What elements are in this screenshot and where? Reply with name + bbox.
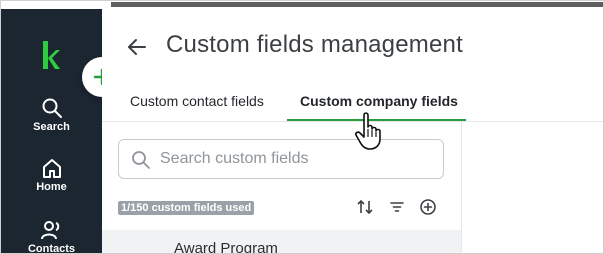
sidebar-item-label: Search — [33, 121, 70, 133]
contacts-icon — [40, 221, 59, 240]
tab-custom-contact-fields[interactable]: Custom contact fields — [130, 93, 264, 109]
tab-custom-company-fields[interactable]: Custom company fields — [300, 93, 458, 109]
list-item-label: Award Program — [174, 240, 278, 254]
search-placeholder: Search custom fields — [160, 150, 309, 167]
hand-pointer-cursor-icon — [355, 112, 381, 150]
search-icon — [42, 98, 62, 118]
home-icon — [42, 159, 61, 178]
usage-badge: 1/150 custom fields used — [118, 201, 255, 215]
sort-icon[interactable] — [356, 198, 374, 216]
brand-logo-icon — [43, 41, 60, 69]
field-detail-panel — [462, 121, 603, 253]
browser-top-strip — [1, 1, 603, 8]
filter-icon[interactable] — [388, 198, 406, 216]
search-icon — [132, 151, 150, 169]
tab-bar: Custom contact fields Custom company fie… — [102, 83, 603, 121]
sidebar-item-label: Home — [36, 181, 67, 193]
sidebar-item-contacts[interactable]: Contacts — [1, 219, 102, 254]
fields-list-panel: Search custom fields 1/150 custom fields… — [102, 121, 462, 254]
app-window: Search Home Contacts Custom fields manag… — [0, 0, 604, 254]
search-input[interactable]: Search custom fields — [118, 139, 444, 179]
list-item[interactable]: Award Program — [102, 230, 461, 254]
sidebar: Search Home Contacts — [1, 9, 102, 254]
main-content: Custom fields management Custom contact … — [102, 9, 603, 254]
add-circle-icon[interactable] — [419, 198, 437, 216]
page-title: Custom fields management — [166, 31, 463, 58]
back-arrow-icon[interactable] — [126, 36, 148, 58]
sidebar-item-label: Contacts — [27, 243, 76, 254]
top-bar — [111, 2, 603, 7]
sidebar-item-home[interactable]: Home — [1, 157, 102, 193]
sidebar-item-search[interactable]: Search — [1, 97, 102, 133]
